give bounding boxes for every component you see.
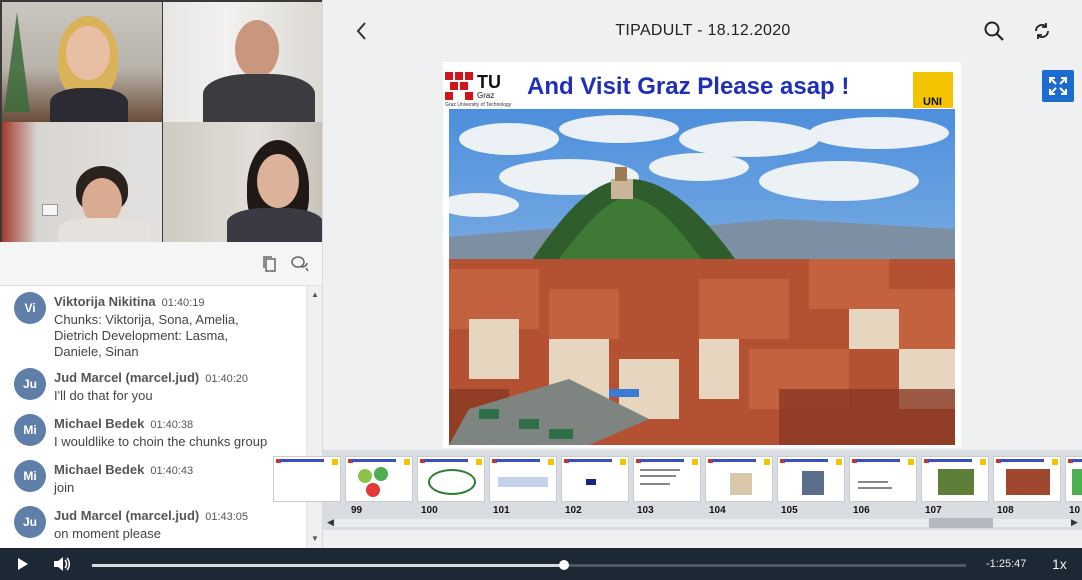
search-icon xyxy=(984,21,1004,41)
playback-speed-button[interactable]: 1x xyxy=(1052,556,1067,572)
message-author: Michael Bedek 01:40:43 xyxy=(54,462,193,477)
message-line: I wouldlike to choin the chunks group xyxy=(54,434,268,449)
author-name: Jud Marcel (marcel.jud) xyxy=(54,370,200,385)
message-line: Dietrich Development: Lasma, xyxy=(54,328,229,343)
scroll-left-icon[interactable]: ◀ xyxy=(327,517,334,528)
session-title: TIPADULT - 18.12.2020 xyxy=(615,22,791,39)
author-name: Michael Bedek xyxy=(54,462,145,477)
slide-thumbnail[interactable] xyxy=(1065,456,1082,502)
uni-logo-text: UNI xyxy=(923,96,942,108)
message-time: 01:40:20 xyxy=(205,373,249,385)
play-icon xyxy=(18,558,28,570)
volume-icon xyxy=(54,557,70,571)
slide-thumbnail[interactable] xyxy=(633,456,701,502)
message-line: I'll do that for you xyxy=(54,388,153,403)
slide-banner: TU Graz Graz University of Technology An… xyxy=(443,62,961,112)
message-text: Chunks: Viktorija, Sona, Amelia, Dietric… xyxy=(54,312,304,360)
chat-message: Mi Michael Bedek 01:40:38 I wouldlike to … xyxy=(0,412,306,456)
message-text: I'll do that for you xyxy=(54,388,304,404)
message-text: on moment please xyxy=(54,526,304,542)
tu-logo-caption: Graz University of Technology xyxy=(445,102,512,108)
presentation-stage: TIPADULT - 18.12.2020 TU Graz Graz Unive… xyxy=(273,0,1082,548)
message-author: Jud Marcel (marcel.jud) 01:43:05 xyxy=(54,508,248,523)
progress-bar[interactable] xyxy=(92,560,966,570)
author-name: Jud Marcel (marcel.jud) xyxy=(54,508,200,523)
slide-heading: And Visit Graz Please asap ! xyxy=(527,73,850,100)
player-controls: -1:25:47 1x xyxy=(0,548,1082,580)
participant-video-2[interactable] xyxy=(163,2,323,122)
search-button[interactable] xyxy=(983,20,1005,42)
participant-video-1[interactable] xyxy=(2,2,162,122)
chat-scrollbar[interactable]: ▲ ▼ xyxy=(306,286,322,548)
message-time: 01:40:43 xyxy=(150,465,194,477)
thumbnail-scroll-thumb[interactable] xyxy=(929,518,993,528)
message-time: 01:43:05 xyxy=(205,511,249,523)
message-text: join xyxy=(54,480,304,496)
slide-thumbnail[interactable] xyxy=(849,456,917,502)
time-remaining: -1:25:47 xyxy=(986,558,1027,570)
avatar: Mi xyxy=(14,414,46,446)
stage-header: TIPADULT - 18.12.2020 xyxy=(323,0,1082,60)
message-text: I wouldlike to choin the chunks group xyxy=(54,434,304,450)
video-grid xyxy=(0,0,323,242)
copy-icon[interactable] xyxy=(260,254,280,274)
slide-thumbnail[interactable] xyxy=(921,456,989,502)
tu-logo-sub: Graz xyxy=(477,91,494,100)
message-line: Chunks: Viktorija, Sona, Amelia, xyxy=(54,312,239,327)
message-author: Michael Bedek 01:40:38 xyxy=(54,416,193,431)
author-name: Viktorija Nikitina xyxy=(54,294,156,309)
current-slide: TU Graz Graz University of Technology An… xyxy=(443,62,961,448)
message-line: on moment please xyxy=(54,526,161,541)
rotate-button[interactable] xyxy=(1031,20,1053,42)
volume-button[interactable] xyxy=(52,555,72,573)
chat-message: Ju Jud Marcel (marcel.jud) 01:40:20 I'll … xyxy=(0,366,306,410)
slide-thumbnail[interactable] xyxy=(417,456,485,502)
participant-video-3[interactable] xyxy=(2,122,162,242)
message-line: join xyxy=(54,480,75,495)
avatar: Ju xyxy=(14,368,46,400)
slide-thumbnail[interactable] xyxy=(489,456,557,502)
chat-toolbar xyxy=(0,242,322,286)
chat-message: Vi Viktorija Nikitina 01:40:19 Chunks: Vi… xyxy=(0,290,306,360)
fullscreen-icon xyxy=(1049,77,1067,95)
fullscreen-button[interactable] xyxy=(1042,70,1074,102)
chat-message-list[interactable]: Vi Viktorija Nikitina 01:40:19 Chunks: Vi… xyxy=(0,286,306,548)
message-line: Daniele, Sinan xyxy=(54,344,139,359)
message-time: 01:40:19 xyxy=(161,297,205,309)
chat-message: Mi Michael Bedek 01:40:43 join xyxy=(0,458,306,502)
avatar: Vi xyxy=(14,292,46,324)
avatar: Mi xyxy=(14,460,46,492)
author-name: Michael Bedek xyxy=(54,416,145,431)
slide-thumbnail[interactable] xyxy=(705,456,773,502)
slide-thumbnail[interactable] xyxy=(345,456,413,502)
progress-fill xyxy=(92,564,564,567)
chat-panel: Vi Viktorija Nikitina 01:40:19 Chunks: Vi… xyxy=(0,286,322,548)
thumbnail-scrollbar[interactable]: ◀ ▶ xyxy=(323,515,1082,529)
tu-logo-text: TU xyxy=(477,72,501,92)
scroll-right-icon[interactable]: ▶ xyxy=(1071,517,1078,528)
message-time: 01:40:38 xyxy=(150,419,194,431)
graz-city-photo xyxy=(449,109,955,445)
message-author: Viktorija Nikitina 01:40:19 xyxy=(54,294,204,309)
progress-handle[interactable] xyxy=(558,560,569,570)
slide-thumbnail[interactable] xyxy=(561,456,629,502)
rotate-icon xyxy=(1035,23,1049,39)
scroll-up-icon[interactable]: ▲ xyxy=(310,290,320,300)
participant-video-4[interactable] xyxy=(163,122,323,242)
chat-bubbles-icon[interactable] xyxy=(290,254,310,274)
tu-graz-logo: TU Graz Graz University of Technology xyxy=(445,70,523,108)
chat-message: Ju Jud Marcel (marcel.jud) 01:43:05 on mo… xyxy=(0,504,306,548)
scroll-down-icon[interactable]: ▼ xyxy=(310,534,320,544)
slide-thumbnail-strip[interactable]: 99 100 101 102 103 104 105 106 107 108 1… xyxy=(273,450,1082,530)
slide-thumbnail[interactable] xyxy=(993,456,1061,502)
slide-thumbnail[interactable] xyxy=(273,456,341,502)
uni-graz-logo: UNI xyxy=(913,72,953,108)
play-button[interactable] xyxy=(14,556,30,572)
message-author: Jud Marcel (marcel.jud) 01:40:20 xyxy=(54,370,248,385)
slide-thumbnail[interactable] xyxy=(777,456,845,502)
avatar: Ju xyxy=(14,506,46,538)
